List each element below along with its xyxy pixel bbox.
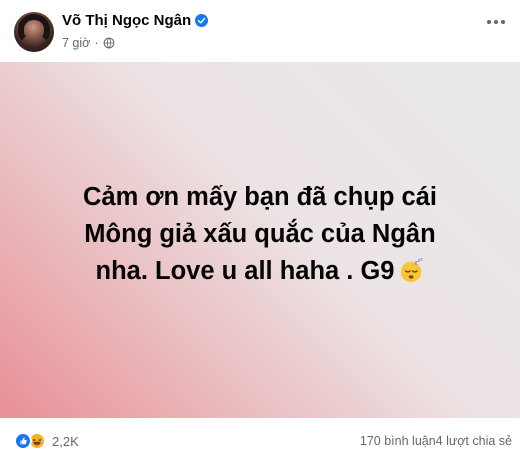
meta-dot: · bbox=[94, 36, 99, 50]
globe-icon bbox=[103, 37, 114, 49]
post-text-line-3-wrapper: nha. Love u all haha . G9 z z z bbox=[20, 253, 500, 290]
post-content-background: Cảm ơn mấy bạn đã chụp cái Mông giả xấu … bbox=[0, 62, 520, 418]
comments-shares-count[interactable]: 170 bình luận4 lượt chia sẻ bbox=[360, 434, 512, 448]
more-options-button[interactable] bbox=[482, 10, 510, 34]
more-dot bbox=[494, 20, 498, 24]
post-text-line-2: Mông giả xấu quắc của Ngân bbox=[84, 220, 436, 248]
author-name[interactable]: Võ Thị Ngọc Ngân bbox=[62, 12, 191, 29]
post-meta: 7 giờ · bbox=[62, 36, 115, 50]
post-text: Cảm ơn mấy bạn đã chụp cái Mông giả xấu … bbox=[20, 179, 500, 290]
author-name-row: Võ Thị Ngọc Ngân bbox=[62, 12, 209, 29]
sleeping-face-emoji-icon: z z z bbox=[400, 257, 423, 283]
reaction-count: 2,2K bbox=[52, 433, 79, 449]
post-header: Võ Thị Ngọc Ngân 7 giờ · bbox=[0, 0, 520, 62]
post-time[interactable]: 7 giờ bbox=[62, 36, 90, 50]
svg-text:z: z bbox=[420, 257, 423, 262]
more-options-icon bbox=[487, 20, 491, 24]
post-text-line-1: Cảm ơn mấy bạn đã chụp cái bbox=[83, 183, 437, 211]
post-footer: 2,2K 170 bình luận4 lượt chia sẻ bbox=[0, 418, 520, 463]
verified-badge-icon bbox=[195, 14, 209, 27]
more-dot bbox=[501, 20, 505, 24]
author-avatar[interactable] bbox=[14, 12, 54, 52]
reactions-summary[interactable]: 2,2K bbox=[14, 432, 79, 450]
like-icon bbox=[14, 432, 32, 450]
post-text-line-3: nha. Love u all haha . G9 bbox=[95, 257, 395, 285]
